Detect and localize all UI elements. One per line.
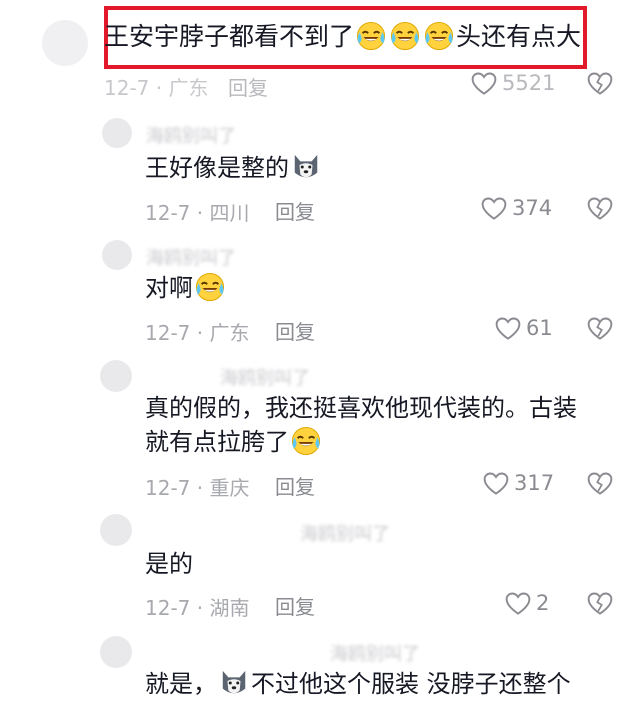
like-button[interactable]: 2 bbox=[504, 590, 564, 618]
like-count: 317 bbox=[514, 471, 555, 495]
reply-meta: 12-7 · 重庆 bbox=[145, 476, 250, 500]
reply-text-content: 王好像是整的 bbox=[145, 154, 289, 182]
avatar[interactable] bbox=[100, 514, 132, 546]
crying-laughing-emoji-icon bbox=[291, 426, 321, 456]
heart-icon bbox=[482, 470, 510, 498]
crying-laughing-emoji-icon bbox=[356, 21, 386, 51]
reply-text: 王好像是整的 bbox=[145, 150, 323, 186]
like-button[interactable]: 317 bbox=[482, 470, 562, 498]
heart-icon bbox=[504, 590, 532, 618]
top-comment-like-button[interactable]: 5521 bbox=[470, 70, 556, 98]
crying-laughing-emoji-icon bbox=[390, 21, 420, 51]
like-count: 374 bbox=[512, 196, 553, 220]
top-comment-text-part2: 头还有点大 bbox=[456, 22, 582, 51]
reply-username[interactable]: 海鸥别叫了 bbox=[146, 244, 236, 270]
heart-icon bbox=[470, 70, 498, 98]
husky-emoji-icon bbox=[291, 152, 321, 182]
reply-text-part2: 不过他这个服装 没脖子还整个 bbox=[251, 670, 571, 698]
reply-text: 是的 bbox=[145, 550, 193, 578]
reply-text-line2: 就有点拉胯了 bbox=[145, 428, 289, 456]
avatar[interactable] bbox=[102, 118, 132, 148]
reply-username[interactable]: 海鸥别叫了 bbox=[146, 122, 236, 148]
reply-username[interactable]: 海鸥别叫了 bbox=[220, 364, 310, 390]
like-button[interactable]: 374 bbox=[480, 195, 560, 223]
reply-text-content: 对啊 bbox=[145, 274, 193, 302]
reply-meta: 12-7 · 四川 bbox=[145, 201, 250, 225]
broken-heart-icon[interactable] bbox=[586, 70, 614, 98]
crying-laughing-emoji-icon bbox=[195, 272, 225, 302]
reply-username[interactable]: 海鸥别叫了 bbox=[330, 640, 420, 666]
broken-heart-icon[interactable] bbox=[586, 315, 614, 343]
heart-icon bbox=[494, 315, 522, 343]
top-comment-reply-button[interactable]: 回复 bbox=[228, 72, 268, 101]
husky-emoji-icon bbox=[219, 668, 249, 698]
broken-heart-icon[interactable] bbox=[586, 590, 614, 618]
reply-username[interactable]: 海鸥别叫了 bbox=[300, 520, 390, 546]
reply-meta: 12-7 · 湖南 bbox=[145, 596, 250, 620]
crying-laughing-emoji-icon bbox=[424, 21, 454, 51]
like-button[interactable]: 61 bbox=[494, 315, 564, 343]
heart-icon bbox=[480, 195, 508, 223]
reply-text: 就是， 不过他这个服装 没脖子还整个 bbox=[145, 666, 571, 702]
reply-text: 对啊 bbox=[145, 270, 227, 306]
reply-text: 就有点拉胯了 bbox=[145, 424, 323, 460]
top-comment-like-count: 5521 bbox=[502, 71, 556, 95]
top-comment-meta: 12-7 · 广东 bbox=[104, 76, 209, 100]
broken-heart-icon[interactable] bbox=[586, 195, 614, 223]
like-count: 2 bbox=[536, 591, 550, 615]
reply-text-line1: 真的假的，我还挺喜欢他现代装的。古装 bbox=[145, 394, 577, 422]
reply-meta: 12-7 · 广东 bbox=[145, 321, 250, 345]
reply-button[interactable]: 回复 bbox=[275, 471, 315, 500]
avatar[interactable] bbox=[102, 240, 132, 270]
reply-button[interactable]: 回复 bbox=[275, 591, 315, 620]
reply-text-part1: 就是， bbox=[145, 670, 217, 698]
top-comment-text: 王安宇脖子都看不到了 头还有点大 bbox=[104, 19, 581, 55]
avatar[interactable] bbox=[100, 360, 132, 392]
top-comment-text-part1: 王安宇脖子都看不到了 bbox=[104, 22, 355, 51]
reply-button[interactable]: 回复 bbox=[275, 196, 315, 225]
avatar[interactable] bbox=[42, 20, 88, 66]
reply-button[interactable]: 回复 bbox=[275, 316, 315, 345]
avatar[interactable] bbox=[100, 636, 132, 668]
broken-heart-icon[interactable] bbox=[586, 470, 614, 498]
like-count: 61 bbox=[526, 316, 553, 340]
